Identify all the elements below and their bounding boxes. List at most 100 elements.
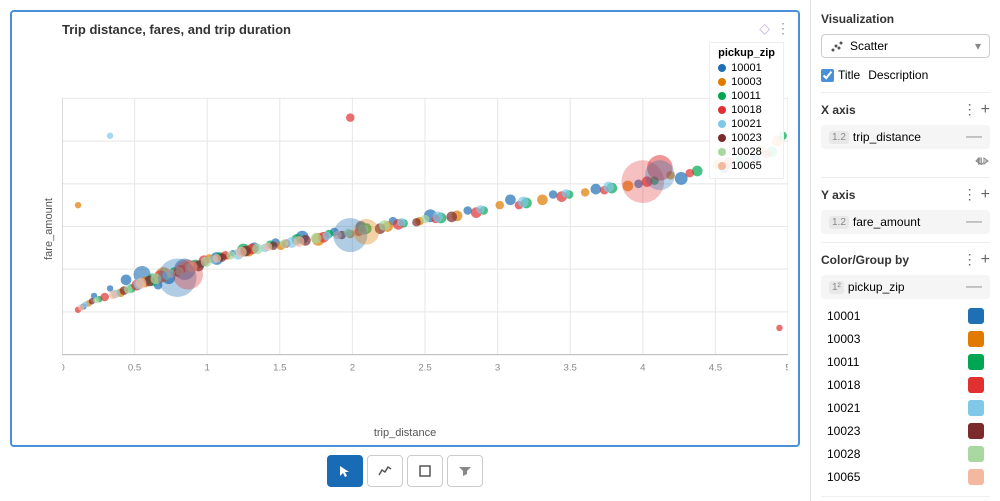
svg-text:1.5: 1.5 — [273, 363, 286, 374]
diamond-icon[interactable]: ◇ — [759, 20, 770, 37]
y-axis-add-icon[interactable]: + — [981, 186, 990, 204]
main-area: Trip distance, fares, and trip duration … — [0, 0, 810, 501]
y-axis-field-label: fare_amount — [853, 215, 920, 229]
y-axis-field: 1.2 fare_amount — — [821, 210, 990, 234]
color-swatch-10011 — [968, 354, 984, 370]
legend-label-10065: 10065 — [731, 160, 762, 172]
svg-text:0: 0 — [62, 363, 65, 374]
legend-item: 10065 — [718, 160, 775, 172]
right-panel: Visualization Scatter ▾ Title Descriptio… — [810, 0, 1000, 501]
x-axis-remove-btn[interactable]: — — [966, 129, 982, 145]
color-item-10065[interactable]: 10065 — [821, 466, 990, 488]
legend-dot-10065 — [718, 162, 726, 170]
description-checkbox-label[interactable]: Description — [868, 68, 928, 82]
x-axis-type-badge: 1.2 — [829, 131, 849, 144]
legend-label-10003: 10003 — [731, 76, 762, 88]
color-item-10001[interactable]: 10001 — [821, 305, 990, 327]
title-checkbox-label[interactable]: Title — [821, 68, 860, 82]
x-axis-actions: ⋮ + — [963, 101, 990, 119]
color-item-label-10021: 10021 — [827, 401, 860, 415]
x-axis-more-icon[interactable]: ⋮ — [963, 101, 977, 119]
y-axis-label-text: Y axis — [821, 188, 855, 202]
legend-item: 10028 — [718, 146, 775, 158]
title-desc-row: Title Description — [821, 68, 990, 82]
legend-dot-10001 — [718, 64, 726, 72]
chart-toolbar — [10, 447, 800, 491]
legend-dot-10021 — [718, 120, 726, 128]
color-items-list: 10001 10003 10011 10018 10021 10023 — [821, 305, 990, 488]
legend-item: 10021 — [718, 118, 775, 130]
color-item-label-10028: 10028 — [827, 447, 860, 461]
legend-item: 10018 — [718, 104, 775, 116]
x-axis-label-text: X axis — [821, 103, 856, 117]
svg-text:3.5: 3.5 — [564, 363, 577, 374]
description-label: Description — [868, 68, 928, 82]
legend-dot-10023 — [718, 134, 726, 142]
x-axis-add-icon[interactable]: + — [981, 101, 990, 119]
color-group-actions: ⋮ + — [963, 251, 990, 269]
color-swatch-10065 — [968, 469, 984, 485]
color-group-type-badge: 1² — [829, 281, 844, 294]
box-select-button[interactable] — [407, 455, 443, 487]
scatter-plot: 30 20 10 5 0 0 0.5 1 1.5 2 2.5 3 3.5 4 4… — [62, 45, 788, 408]
color-swatch-10003 — [968, 331, 984, 347]
color-group-add-icon[interactable]: + — [981, 251, 990, 269]
svg-text:0.5: 0.5 — [128, 363, 141, 374]
color-group-header: Color/Group by ⋮ + — [821, 251, 990, 269]
svg-text:2.5: 2.5 — [418, 363, 431, 374]
y-axis-actions: ⋮ + — [963, 186, 990, 204]
line-chart-button[interactable] — [367, 455, 403, 487]
legend-item: 10023 — [718, 132, 775, 144]
chart-icons: ◇ ⋮ — [759, 20, 790, 37]
legend-item: 10003 — [718, 76, 775, 88]
y-axis-remove-btn[interactable]: — — [966, 214, 982, 230]
legend-label-10021: 10021 — [731, 118, 762, 130]
x-axis-section: X axis ⋮ + 1.2 trip_distance — ⇅ — [821, 92, 990, 169]
color-item-10018[interactable]: 10018 — [821, 374, 990, 396]
color-swatch-10028 — [968, 446, 984, 462]
swap-icon[interactable]: ⇅ — [821, 153, 990, 169]
y-axis-more-icon[interactable]: ⋮ — [963, 186, 977, 204]
more-icon[interactable]: ⋮ — [776, 20, 790, 37]
svg-text:3: 3 — [495, 363, 500, 374]
color-swatch-10018 — [968, 377, 984, 393]
legend-title: pickup_zip — [718, 47, 775, 59]
color-item-10003[interactable]: 10003 — [821, 328, 990, 350]
color-swatch-10021 — [968, 400, 984, 416]
color-group-section: Color/Group by ⋮ + 1² pickup_zip — 10001… — [821, 242, 990, 488]
legend-label-10001: 10001 — [731, 62, 762, 74]
size-section: Size ⋮ + 1² time_spent — [821, 496, 990, 501]
filter-button[interactable] — [447, 455, 483, 487]
viz-type-label: Scatter — [850, 39, 888, 53]
x-axis-field-name: 1.2 trip_distance — [829, 130, 921, 144]
legend-label-10028: 10028 — [731, 146, 762, 158]
legend-dot-10011 — [718, 92, 726, 100]
y-axis-header: Y axis ⋮ + — [821, 186, 990, 204]
color-item-10021[interactable]: 10021 — [821, 397, 990, 419]
scatter-icon — [830, 39, 844, 53]
color-item-10028[interactable]: 10028 — [821, 443, 990, 465]
color-item-10011[interactable]: 10011 — [821, 351, 990, 373]
visualization-section-title: Visualization — [821, 12, 990, 26]
y-axis-section: Y axis ⋮ + 1.2 fare_amount — — [821, 177, 990, 234]
color-item-label-10001: 10001 — [827, 309, 860, 323]
svg-text:4: 4 — [640, 363, 646, 374]
color-item-10023[interactable]: 10023 — [821, 420, 990, 442]
svg-text:1: 1 — [205, 363, 210, 374]
color-swatch-10001 — [968, 308, 984, 324]
x-axis-label: trip_distance — [374, 427, 436, 439]
svg-text:5: 5 — [785, 363, 788, 374]
title-checkbox[interactable] — [821, 69, 834, 82]
select-button[interactable] — [327, 455, 363, 487]
svg-text:4.5: 4.5 — [709, 363, 722, 374]
legend-item: 10001 — [718, 62, 775, 74]
color-item-label-10023: 10023 — [827, 424, 860, 438]
legend-label-10018: 10018 — [731, 104, 762, 116]
color-group-remove-btn[interactable]: — — [966, 279, 982, 295]
color-item-label-10018: 10018 — [827, 378, 860, 392]
viz-type-selector[interactable]: Scatter ▾ — [821, 34, 990, 58]
chart-container: Trip distance, fares, and trip duration … — [10, 10, 800, 447]
legend-label-10023: 10023 — [731, 132, 762, 144]
viz-dropdown-arrow: ▾ — [975, 39, 981, 53]
color-group-more-icon[interactable]: ⋮ — [963, 251, 977, 269]
